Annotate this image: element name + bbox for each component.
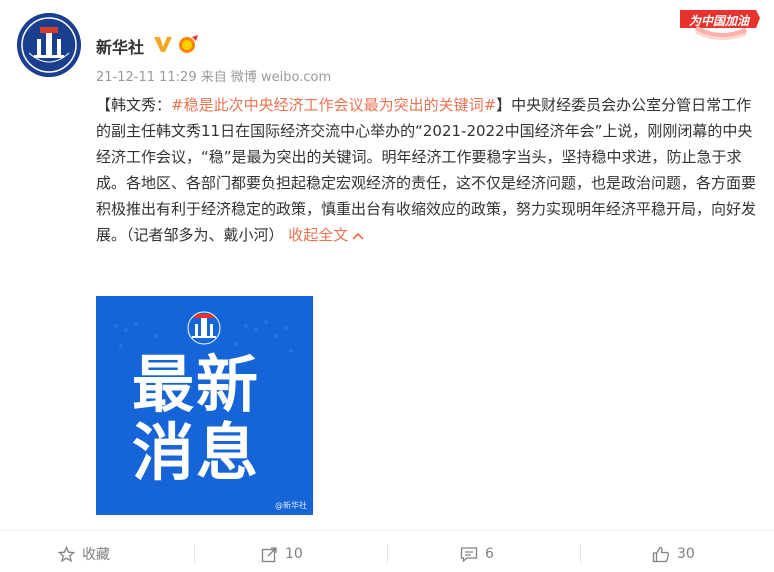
repost-icon [261, 546, 277, 562]
chevron-up-icon [352, 232, 364, 240]
favorite-button[interactable]: 收藏 [58, 536, 110, 572]
post-content: 【韩文秀：#稳是此次中央经济工作会议最为突出的关键词#】中央财经委员会办公室分管… [96, 92, 760, 248]
xinhua-logo-icon [17, 13, 81, 77]
post-bracket-open: 【韩文秀： [96, 96, 172, 114]
collapse-full-text-link[interactable]: 收起全文 [288, 226, 365, 244]
action-separator [387, 544, 388, 564]
image-watermark: @新华社 [275, 501, 307, 510]
like-count: 30 [677, 546, 695, 562]
hashtag-link[interactable]: #稳是此次中央经济工作会议最为突出的关键词# [171, 96, 496, 114]
verified-v-icon [154, 37, 172, 52]
image-headline-line2: 消息 [132, 416, 261, 489]
campaign-badge-label: 为中国加油 [688, 14, 749, 28]
repost-count: 10 [285, 546, 303, 562]
comment-button[interactable]: 6 [460, 536, 494, 572]
comment-count: 6 [485, 546, 494, 562]
favorite-label: 收藏 [82, 547, 110, 563]
repost-button[interactable]: 10 [261, 536, 303, 572]
collapse-label: 收起全文 [288, 226, 349, 244]
like-button[interactable]: 30 [652, 536, 695, 572]
post-meta[interactable]: 21-12-11 11:29 来自 微博 weibo.com [96, 66, 331, 85]
username[interactable]: 新华社 [96, 34, 144, 58]
comment-icon [460, 546, 478, 562]
post-body: 】中央财经委员会办公室分管日常工作的副主任韩文秀11日在国际经济交流中心举办的“… [96, 96, 757, 244]
action-separator [580, 544, 581, 564]
post-image[interactable]: 最新 消息 @新华社 [96, 296, 313, 515]
medal-icon[interactable] [176, 33, 200, 55]
thumbs-up-icon [652, 546, 670, 562]
star-icon [58, 545, 75, 562]
campaign-badge[interactable]: 为中国加油 [676, 8, 762, 44]
action-separator [194, 544, 195, 564]
action-bar-divider [0, 530, 774, 531]
image-headline-line1: 最新 [132, 348, 261, 421]
avatar[interactable] [17, 13, 81, 77]
